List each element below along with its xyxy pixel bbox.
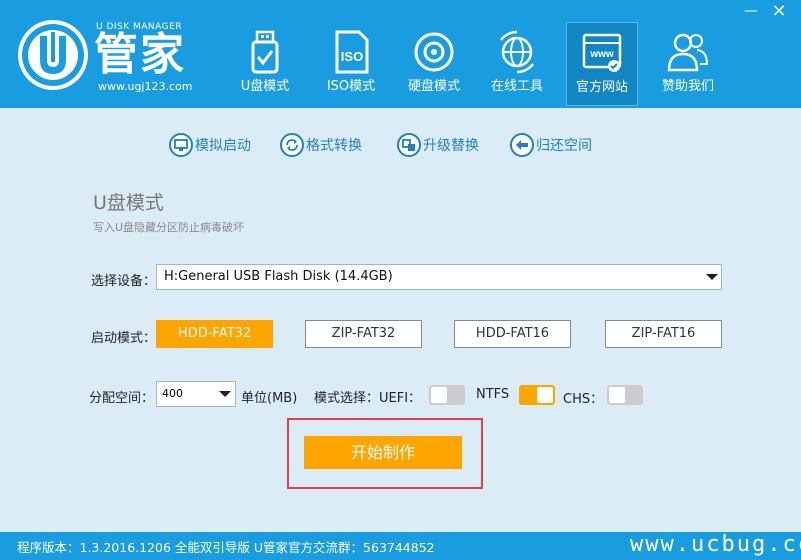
format-convert-button[interactable]: 格式转换 (280, 132, 362, 158)
nav-label: U盘模式 (240, 79, 290, 94)
globe-icon (500, 30, 534, 74)
boot-mode-hdd-fat32[interactable]: HDD-FAT32 (156, 320, 273, 348)
nav-label: 赞助我们 (661, 79, 714, 94)
monitor-icon (169, 133, 193, 157)
boot-mode-zip-fat16[interactable]: ZIP-FAT16 (605, 320, 722, 348)
nav-label: 官方网站 (575, 80, 628, 95)
uefi-toggle[interactable] (429, 385, 465, 405)
hard-disk-icon (414, 32, 454, 72)
watermark-text: www.ucbug.cc (630, 532, 801, 557)
nav-sponsor[interactable]: 赞助我们 (652, 22, 724, 104)
upgrade-replace-button[interactable]: 升级替换 (397, 132, 479, 158)
alloc-space-select[interactable]: 400 (156, 381, 236, 407)
nav-label: 硬盘模式 (407, 79, 460, 94)
users-icon (667, 33, 709, 72)
nav-label: 在线工具 (490, 79, 543, 94)
upgrade-replace-label: 升级替换 (423, 138, 479, 154)
version-text: 程序版本：1.3.2016.1206 全能双引导版 U管家官方交流群：56374… (17, 540, 435, 555)
toggle-knob (609, 387, 625, 403)
toggle-knob (431, 387, 447, 403)
return-space-button[interactable]: 归还空间 (510, 132, 592, 158)
toggle-knob (537, 387, 553, 403)
close-button[interactable]: × (770, 2, 788, 20)
format-convert-label: 格式转换 (306, 138, 362, 154)
simulate-boot-label: 模拟启动 (195, 138, 251, 154)
chs-toggle[interactable] (607, 385, 643, 405)
ntfs-toggle[interactable] (519, 385, 555, 405)
return-icon (510, 133, 534, 157)
unit-label: 单位(MB) (241, 391, 298, 406)
minimize-button[interactable]: — (742, 4, 760, 22)
usb-drive-icon (251, 30, 279, 74)
boot-mode-label: 启动模式： (91, 331, 157, 346)
iso-file-icon: ISO (335, 30, 369, 74)
svg-text:ISO: ISO (341, 49, 363, 64)
svg-text:www: www (589, 49, 614, 60)
section-description: 写入U盘隐藏分区防止病毒破坏 (93, 221, 245, 234)
nav-iso-mode[interactable]: ISO ISO模式 (315, 22, 387, 104)
device-select[interactable]: H:General USB Flash Disk (14.4GB) (156, 264, 722, 290)
mode-select-label: 模式选择：UEFI： (314, 391, 422, 406)
alloc-space-value: 400 (162, 387, 183, 400)
brand-url: www.ugj123.com (98, 80, 193, 93)
ntfs-label: NTFS (476, 387, 510, 402)
simulate-boot-button[interactable]: 模拟启动 (169, 132, 251, 158)
brand-name: 管家 (94, 29, 186, 80)
boot-mode-zip-fat32[interactable]: ZIP-FAT32 (305, 320, 422, 348)
nav-official-site[interactable]: www 官方网站 (566, 22, 638, 106)
alloc-label: 分配空间： (89, 391, 155, 406)
convert-icon (280, 133, 304, 157)
boot-mode-hdd-fat16[interactable]: HDD-FAT16 (454, 320, 571, 348)
return-space-label: 归还空间 (536, 138, 592, 154)
device-select-value: H:General USB Flash Disk (14.4GB) (164, 269, 393, 284)
app-logo-icon (18, 20, 88, 90)
website-icon: www (582, 33, 622, 72)
upgrade-icon (397, 133, 421, 157)
nav-online-tools[interactable]: 在线工具 (481, 22, 553, 104)
chevron-down-icon (219, 391, 231, 397)
device-label: 选择设备： (91, 274, 157, 289)
nav-label: ISO模式 (326, 79, 376, 94)
start-make-button[interactable]: 开始制作 (304, 436, 462, 469)
nav-disk-mode[interactable]: 硬盘模式 (398, 22, 470, 104)
chevron-down-icon (706, 274, 718, 280)
section-title: U盘模式 (93, 192, 164, 214)
chs-label: CHS： (563, 392, 604, 407)
nav-usb-mode[interactable]: U盘模式 (229, 22, 301, 104)
